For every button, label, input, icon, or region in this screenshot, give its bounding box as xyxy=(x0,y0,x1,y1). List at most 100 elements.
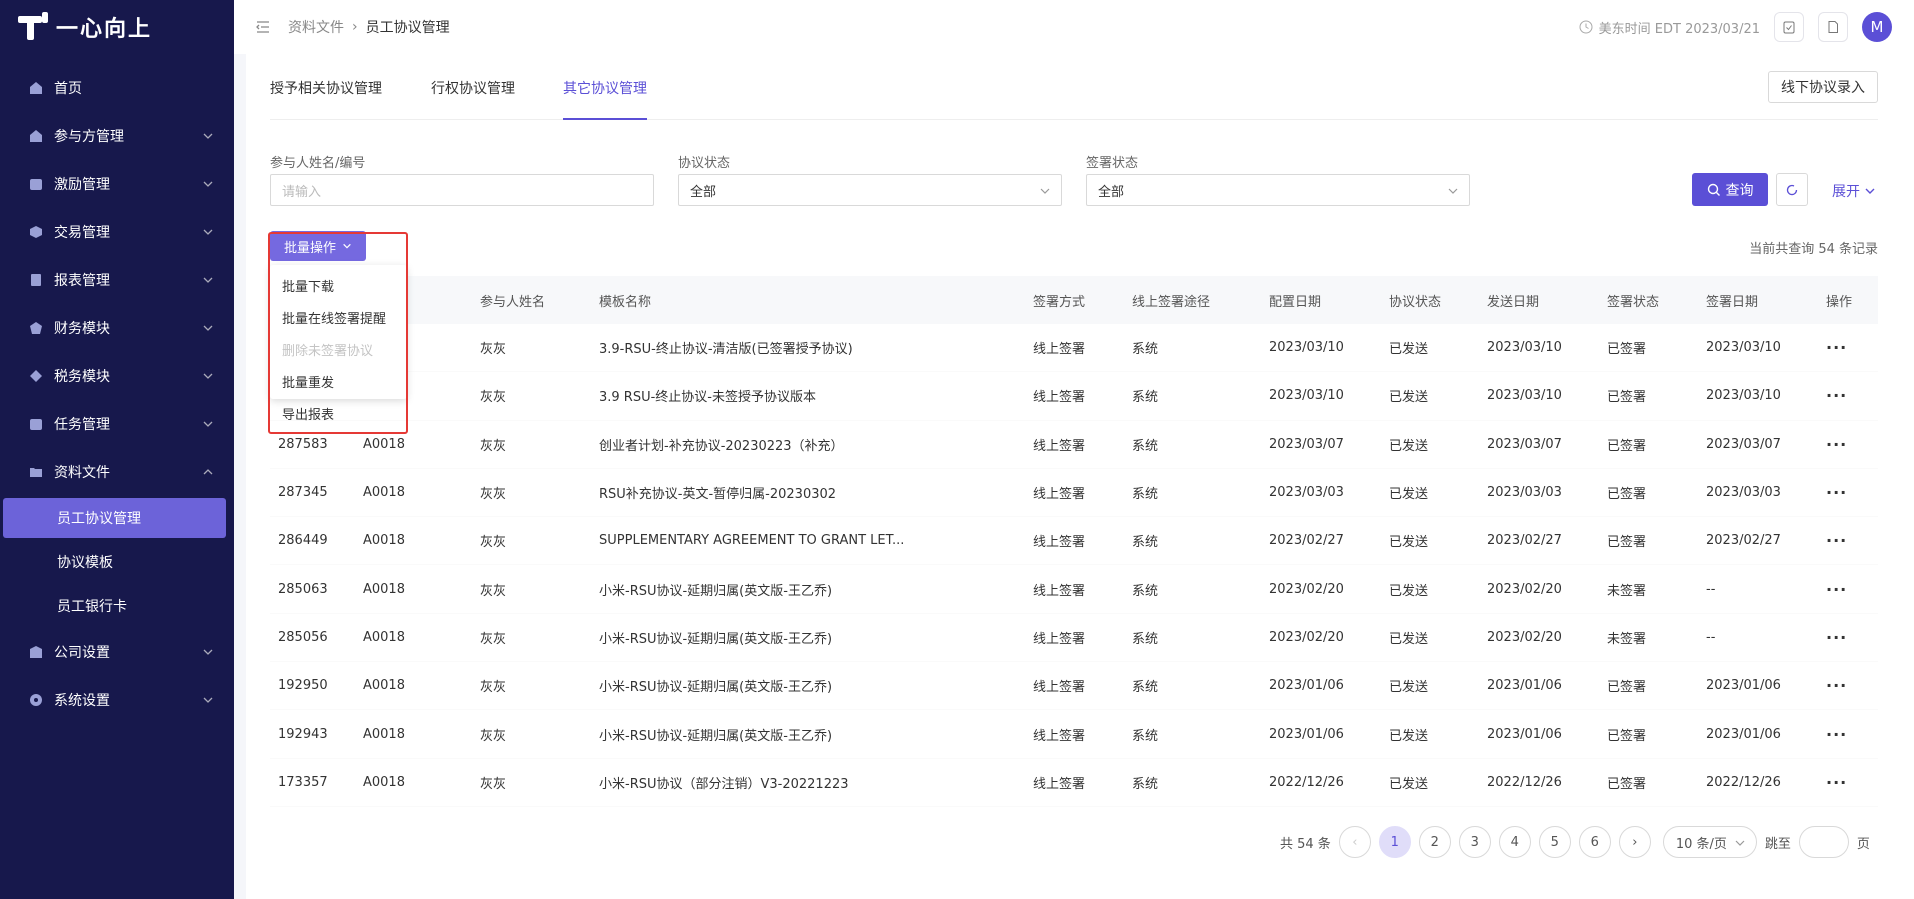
expand-filters-button[interactable]: 展开 xyxy=(1832,181,1876,201)
cell-participant: 灰灰 xyxy=(480,390,507,406)
sidebar-item-tax[interactable]: 税务模块 xyxy=(0,352,234,400)
cell-agreement-status: 已发送 xyxy=(1389,680,1429,696)
col-header-sign-date: 签署日期 xyxy=(1706,294,1759,310)
document-button[interactable] xyxy=(1818,12,1848,42)
cell-agreement-status: 已发送 xyxy=(1389,487,1429,503)
cell-online-channel: 系统 xyxy=(1132,342,1159,358)
cell-template: 3.9-RSU-终止协议-清洁版(已签署授予协议) xyxy=(599,342,853,358)
table-row[interactable]: 灰灰 3.9 RSU-终止协议-未签授予协议版本 线上签署 系统 2023/03/10 已… xyxy=(270,372,1878,421)
cell-config-date: 2023/01/06 xyxy=(1269,678,1344,694)
sidebar-item-transaction[interactable]: 交易管理 xyxy=(0,208,234,256)
more-actions-icon[interactable]: ··· xyxy=(1818,676,1878,695)
sidebar-item-label: 税务模块 xyxy=(54,369,110,385)
chevron-down-icon xyxy=(203,697,213,703)
cell-participant: 灰灰 xyxy=(480,680,507,696)
sidebar-item-finance[interactable]: 财务模块 xyxy=(0,304,234,352)
page-button[interactable]: 6 xyxy=(1578,826,1611,858)
cell-sign-status: 未签署 xyxy=(1607,583,1647,599)
more-actions-icon[interactable]: ··· xyxy=(1818,580,1878,599)
sign-status-select[interactable]: 全部 xyxy=(1086,174,1470,206)
table-row[interactable]: 173357 A0018 灰灰 小米-RSU协议（部分注销）V3-20221223 线上… xyxy=(270,759,1878,807)
sidebar-item-label: 参与方管理 xyxy=(54,129,124,145)
cell-participant: 灰灰 xyxy=(480,776,507,792)
page-size-select[interactable]: 10 条/页 xyxy=(1662,826,1757,858)
menu-item-batch-resend[interactable]: 批量重发 xyxy=(270,365,407,397)
sidebar-item-report[interactable]: 报表管理 xyxy=(0,256,234,304)
more-actions-icon[interactable]: ··· xyxy=(1818,725,1878,744)
cell-template: 创业者计划-补充协议-20230223（补充） xyxy=(599,438,844,454)
more-actions-icon[interactable]: ··· xyxy=(1818,338,1878,357)
more-actions-icon[interactable]: ··· xyxy=(1818,531,1878,550)
agreements-table: 编号 参与人姓名 模板名称 签署方式 线上签署途径 配置日期 协议状态 发送日期… xyxy=(270,276,1878,807)
more-actions-icon[interactable]: ··· xyxy=(1818,773,1878,792)
table-row[interactable]: 285063 A0018 灰灰 小米-RSU协议-延期归属(英文版-王乙乔) 线上签署 系… xyxy=(270,565,1878,614)
sidebar-item-label: 任务管理 xyxy=(54,417,110,433)
cell-participant: 灰灰 xyxy=(480,583,507,599)
sidebar-item-participants[interactable]: 参与方管理 xyxy=(0,112,234,160)
sidebar-item-files[interactable]: 资料文件 xyxy=(0,448,234,496)
sidebar-item-task[interactable]: 任务管理 xyxy=(0,400,234,448)
timezone-text: 美东时间 EDT 2023/03/21 xyxy=(1598,21,1760,37)
more-actions-icon[interactable]: ··· xyxy=(1818,386,1878,405)
cell-sign-status: 已签署 xyxy=(1607,390,1647,406)
menu-item-batch-download[interactable]: 批量下载 xyxy=(270,269,407,301)
cell-online-channel: 系统 xyxy=(1132,390,1159,406)
cell-sign-status: 已签署 xyxy=(1607,728,1647,744)
table-row[interactable]: 287583 A0018 灰灰 创业者计划-补充协议-20230223（补充） 线上签署… xyxy=(270,421,1878,469)
tab-grant-agreements[interactable]: 授予相关协议管理 xyxy=(270,78,382,118)
avatar[interactable]: M xyxy=(1862,12,1892,42)
prev-page-button[interactable]: ‹ xyxy=(1338,826,1371,858)
participant-search-input[interactable]: 请输入 xyxy=(270,174,654,206)
table-row[interactable]: 286449 A0018 灰灰 SUPPLEMENTARY AGREEMENT TO … xyxy=(270,517,1878,566)
sidebar-subitem-agreement-templates[interactable]: 协议模板 xyxy=(0,540,234,584)
jump-page-input[interactable] xyxy=(1798,826,1849,858)
breadcrumb-item[interactable]: 资料文件 xyxy=(288,17,344,37)
menu-item-export-report[interactable]: 导出报表 xyxy=(270,397,407,429)
table-row[interactable]: 192943 A0018 灰灰 小米-RSU协议-延期归属(英文版-王乙乔) 线上签署 系… xyxy=(270,710,1878,759)
page-button[interactable]: 4 xyxy=(1498,826,1531,858)
page-button[interactable]: 3 xyxy=(1458,826,1491,858)
cell-send-date: 2023/01/06 xyxy=(1487,678,1562,694)
cell-id: 285056 xyxy=(278,629,328,645)
agreement-status-select[interactable]: 全部 xyxy=(678,174,1062,206)
cell-sign-status: 已签署 xyxy=(1607,776,1647,792)
offline-agreement-entry-button[interactable]: 线下协议录入 xyxy=(1768,71,1878,103)
more-actions-icon[interactable]: ··· xyxy=(1818,483,1878,502)
menu-collapse-icon[interactable] xyxy=(254,18,272,36)
col-header-sign-method: 签署方式 xyxy=(1033,294,1086,310)
sidebar-item-label: 报表管理 xyxy=(54,273,110,289)
next-page-button[interactable]: › xyxy=(1618,826,1651,858)
sidebar-item-incentive[interactable]: 激励管理 xyxy=(0,160,234,208)
more-actions-icon[interactable]: ··· xyxy=(1818,628,1878,647)
page-button[interactable]: 2 xyxy=(1418,826,1451,858)
sidebar-item-system-settings[interactable]: 系统设置 xyxy=(0,676,234,724)
table-row[interactable]: 192950 A0018 灰灰 小米-RSU协议-延期归属(英文版-王乙乔) 线上签署 系… xyxy=(270,662,1878,711)
query-button[interactable]: 查询 xyxy=(1692,173,1768,206)
sidebar-subitem-employee-agreements[interactable]: 员工协议管理 xyxy=(3,498,226,538)
page-size-value: 10 条/页 xyxy=(1675,836,1727,852)
chevron-down-icon xyxy=(203,421,213,427)
page-button[interactable]: 1 xyxy=(1378,826,1411,858)
page-suffix: 页 xyxy=(1856,836,1870,852)
menu-item-batch-sign-reminder[interactable]: 批量在线签署提醒 xyxy=(270,301,407,333)
chevron-down-icon xyxy=(1448,188,1458,194)
table-row[interactable]: 灰灰 3.9-RSU-终止协议-清洁版(已签署授予协议) 线上签署 系统 2023/03… xyxy=(270,324,1878,373)
home-icon xyxy=(28,80,44,96)
task-check-button[interactable] xyxy=(1774,12,1804,42)
sidebar-subitem-bank-cards[interactable]: 员工银行卡 xyxy=(0,584,234,628)
sidebar-item-home[interactable]: 首页 xyxy=(0,64,234,112)
col-header-config-date: 配置日期 xyxy=(1269,294,1322,310)
page-button[interactable]: 5 xyxy=(1538,826,1571,858)
tab-other-agreements[interactable]: 其它协议管理 xyxy=(563,78,647,120)
more-actions-icon[interactable]: ··· xyxy=(1818,435,1878,454)
cell-template: 小米-RSU协议-延期归属(英文版-王乙乔) xyxy=(599,583,833,599)
sidebar-item-company-settings[interactable]: 公司设置 xyxy=(0,628,234,676)
table-row[interactable]: 285056 A0018 灰灰 小米-RSU协议-延期归属(英文版-王乙乔) 线上签署 系… xyxy=(270,614,1878,663)
search-icon xyxy=(1707,183,1720,196)
tax-icon xyxy=(28,368,44,384)
batch-operations-button[interactable]: 批量操作 xyxy=(270,231,366,261)
cell-id: 286449 xyxy=(278,533,328,549)
reset-button[interactable] xyxy=(1776,173,1808,206)
table-row[interactable]: 287345 A0018 灰灰 RSU补充协议-英文-暂停归属-20230302 线上签… xyxy=(270,469,1878,518)
tab-exercise-agreements[interactable]: 行权协议管理 xyxy=(431,78,515,118)
